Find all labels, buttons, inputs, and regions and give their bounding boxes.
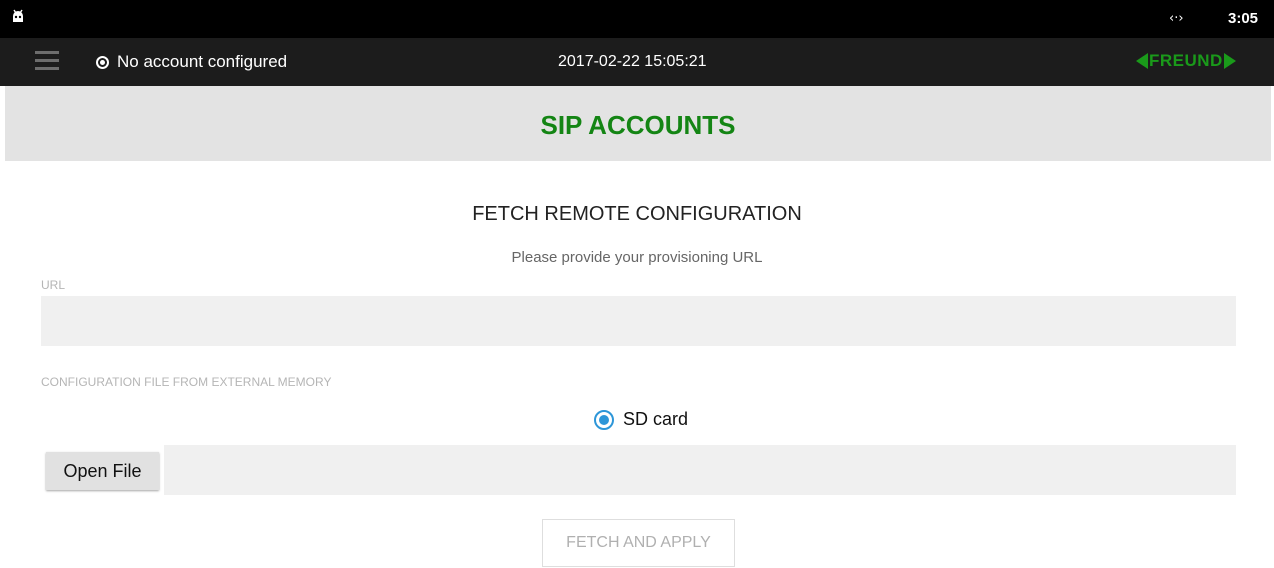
clock: 3:05 bbox=[1228, 10, 1259, 27]
page-title: SIP ACCOUNTS bbox=[540, 110, 736, 140]
url-label: URL bbox=[41, 278, 66, 292]
hamburger-menu-icon[interactable] bbox=[35, 51, 59, 73]
logo-text: FREUND bbox=[1149, 51, 1223, 70]
android-icon bbox=[13, 9, 23, 22]
status-radio-icon bbox=[96, 55, 109, 69]
logo-right-arrow-icon bbox=[1223, 53, 1236, 69]
app-bar: No account configured 2017-02-22 15:05:2… bbox=[0, 38, 1274, 86]
title-bar: SIP ACCOUNTS bbox=[5, 86, 1271, 161]
external-memory-label: CONFIGURATION FILE FROM EXTERNAL MEMORY bbox=[41, 375, 332, 389]
status-bar: ‹·› 3:05 bbox=[0, 0, 1274, 38]
freund-logo: FREUND bbox=[1136, 50, 1236, 72]
sd-card-label: SD card bbox=[623, 409, 689, 429]
url-input[interactable] bbox=[41, 296, 1236, 346]
file-path-field bbox=[164, 445, 1236, 495]
sd-card-radio-icon[interactable] bbox=[594, 409, 614, 430]
fetch-and-apply-button[interactable]: FETCH AND APPLY bbox=[542, 519, 735, 567]
section-subtitle: Please provide your provisioning URL bbox=[511, 249, 763, 266]
account-status-text: No account configured bbox=[117, 52, 288, 71]
code-arrows-icon: ‹·› bbox=[1169, 11, 1184, 26]
open-file-button[interactable]: Open File bbox=[46, 452, 159, 490]
logo-left-arrow-icon bbox=[1136, 53, 1148, 69]
section-title: FETCH REMOTE CONFIGURATION bbox=[472, 203, 802, 225]
sd-card-radio-option[interactable]: SD card bbox=[594, 409, 688, 430]
account-status: No account configured bbox=[96, 52, 287, 72]
datetime: 2017-02-22 15:05:21 bbox=[558, 53, 707, 70]
